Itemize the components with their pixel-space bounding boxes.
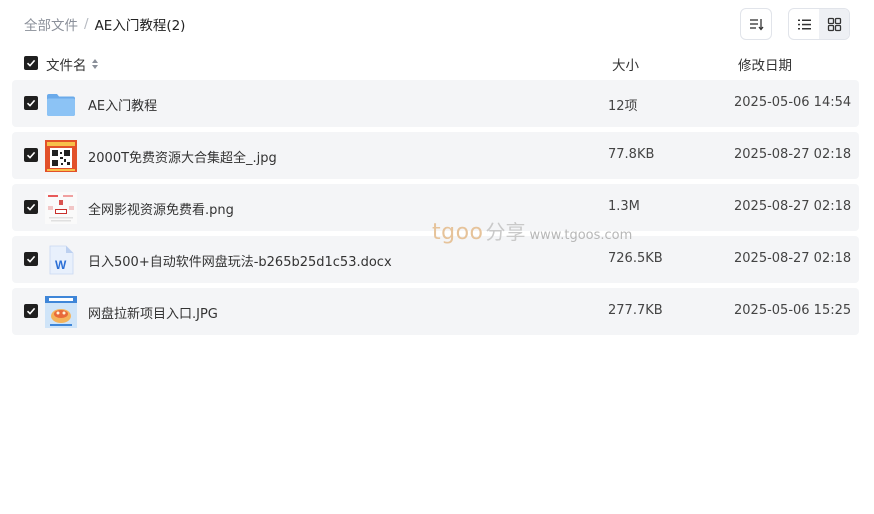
file-name[interactable]: AE入门教程 xyxy=(88,95,157,114)
file-size: 726.5KB xyxy=(608,251,663,266)
file-row[interactable]: 2000T免费资源大合集超全_.jpg 77.8KB 2025-08-27 02… xyxy=(12,132,859,179)
row-checkbox[interactable] xyxy=(24,252,38,266)
word-document-icon: W xyxy=(49,245,74,275)
file-row[interactable]: AE入门教程 12项 2025-05-06 14:54 xyxy=(12,80,859,127)
sort-list-icon xyxy=(750,19,764,31)
poster-image-thumbnail xyxy=(45,192,77,224)
file-name[interactable]: 网盘拉新项目入口.JPG xyxy=(88,303,218,322)
check-icon xyxy=(26,307,36,315)
column-size-header[interactable]: 大小 xyxy=(612,54,639,74)
row-checkbox[interactable] xyxy=(24,148,38,162)
file-size: 277.7KB xyxy=(608,303,663,318)
promo-image-thumbnail xyxy=(45,296,77,328)
watermark-cn: 分享 xyxy=(485,220,526,244)
row-checkbox[interactable] xyxy=(24,200,38,214)
file-date: 2025-05-06 15:25 xyxy=(734,303,852,318)
file-size: 12项 xyxy=(608,99,638,114)
file-date: 2025-08-27 02:18 xyxy=(734,199,852,214)
check-icon xyxy=(26,99,36,107)
list-view-icon xyxy=(797,19,811,29)
folder-icon xyxy=(47,94,75,116)
file-date: 2025-05-06 14:54 xyxy=(734,95,852,110)
breadcrumb: 全部文件 / AE入门教程(2) xyxy=(24,14,185,34)
file-size: 1.3M xyxy=(608,199,640,214)
file-size: 77.8KB xyxy=(608,147,655,162)
watermark: tgoo 分享 www.tgoos.com xyxy=(432,216,632,245)
grid-view-button[interactable] xyxy=(819,9,849,39)
watermark-url: www.tgoos.com xyxy=(529,228,633,243)
check-icon xyxy=(26,255,36,263)
check-icon xyxy=(26,151,36,159)
list-view-button[interactable] xyxy=(789,9,819,39)
column-name-header[interactable]: 文件名 xyxy=(46,54,99,74)
check-icon xyxy=(26,59,36,67)
column-name-label: 文件名 xyxy=(46,58,87,74)
file-list-header: 文件名 大小 修改日期 xyxy=(24,54,854,74)
sort-button[interactable] xyxy=(740,8,772,40)
select-all-checkbox[interactable] xyxy=(24,56,38,70)
file-date: 2025-08-27 02:18 xyxy=(734,147,852,162)
file-name[interactable]: 2000T免费资源大合集超全_.jpg xyxy=(88,147,277,166)
svg-text:W: W xyxy=(55,258,67,272)
grid-view-icon xyxy=(827,17,841,31)
file-row[interactable]: 网盘拉新项目入口.JPG 277.7KB 2025-05-06 15:25 xyxy=(12,288,859,335)
file-name[interactable]: 日入500+自动软件网盘玩法-b265b25d1c53.docx xyxy=(88,251,392,270)
check-icon xyxy=(26,203,36,211)
column-date-header[interactable]: 修改日期 xyxy=(738,54,792,74)
file-name[interactable]: 全网影视资源免费看.png xyxy=(88,199,234,218)
row-checkbox[interactable] xyxy=(24,96,38,110)
breadcrumb-current: AE入门教程(2) xyxy=(94,18,186,34)
sort-toggle-icon xyxy=(91,59,98,69)
watermark-brand: tgoo xyxy=(432,220,484,245)
view-mode-toggle xyxy=(788,8,850,40)
breadcrumb-root-link[interactable]: 全部文件 xyxy=(24,14,78,34)
breadcrumb-separator: / xyxy=(84,16,89,32)
qr-image-thumbnail xyxy=(45,140,77,172)
row-checkbox[interactable] xyxy=(24,304,38,318)
file-date: 2025-08-27 02:18 xyxy=(734,251,852,266)
